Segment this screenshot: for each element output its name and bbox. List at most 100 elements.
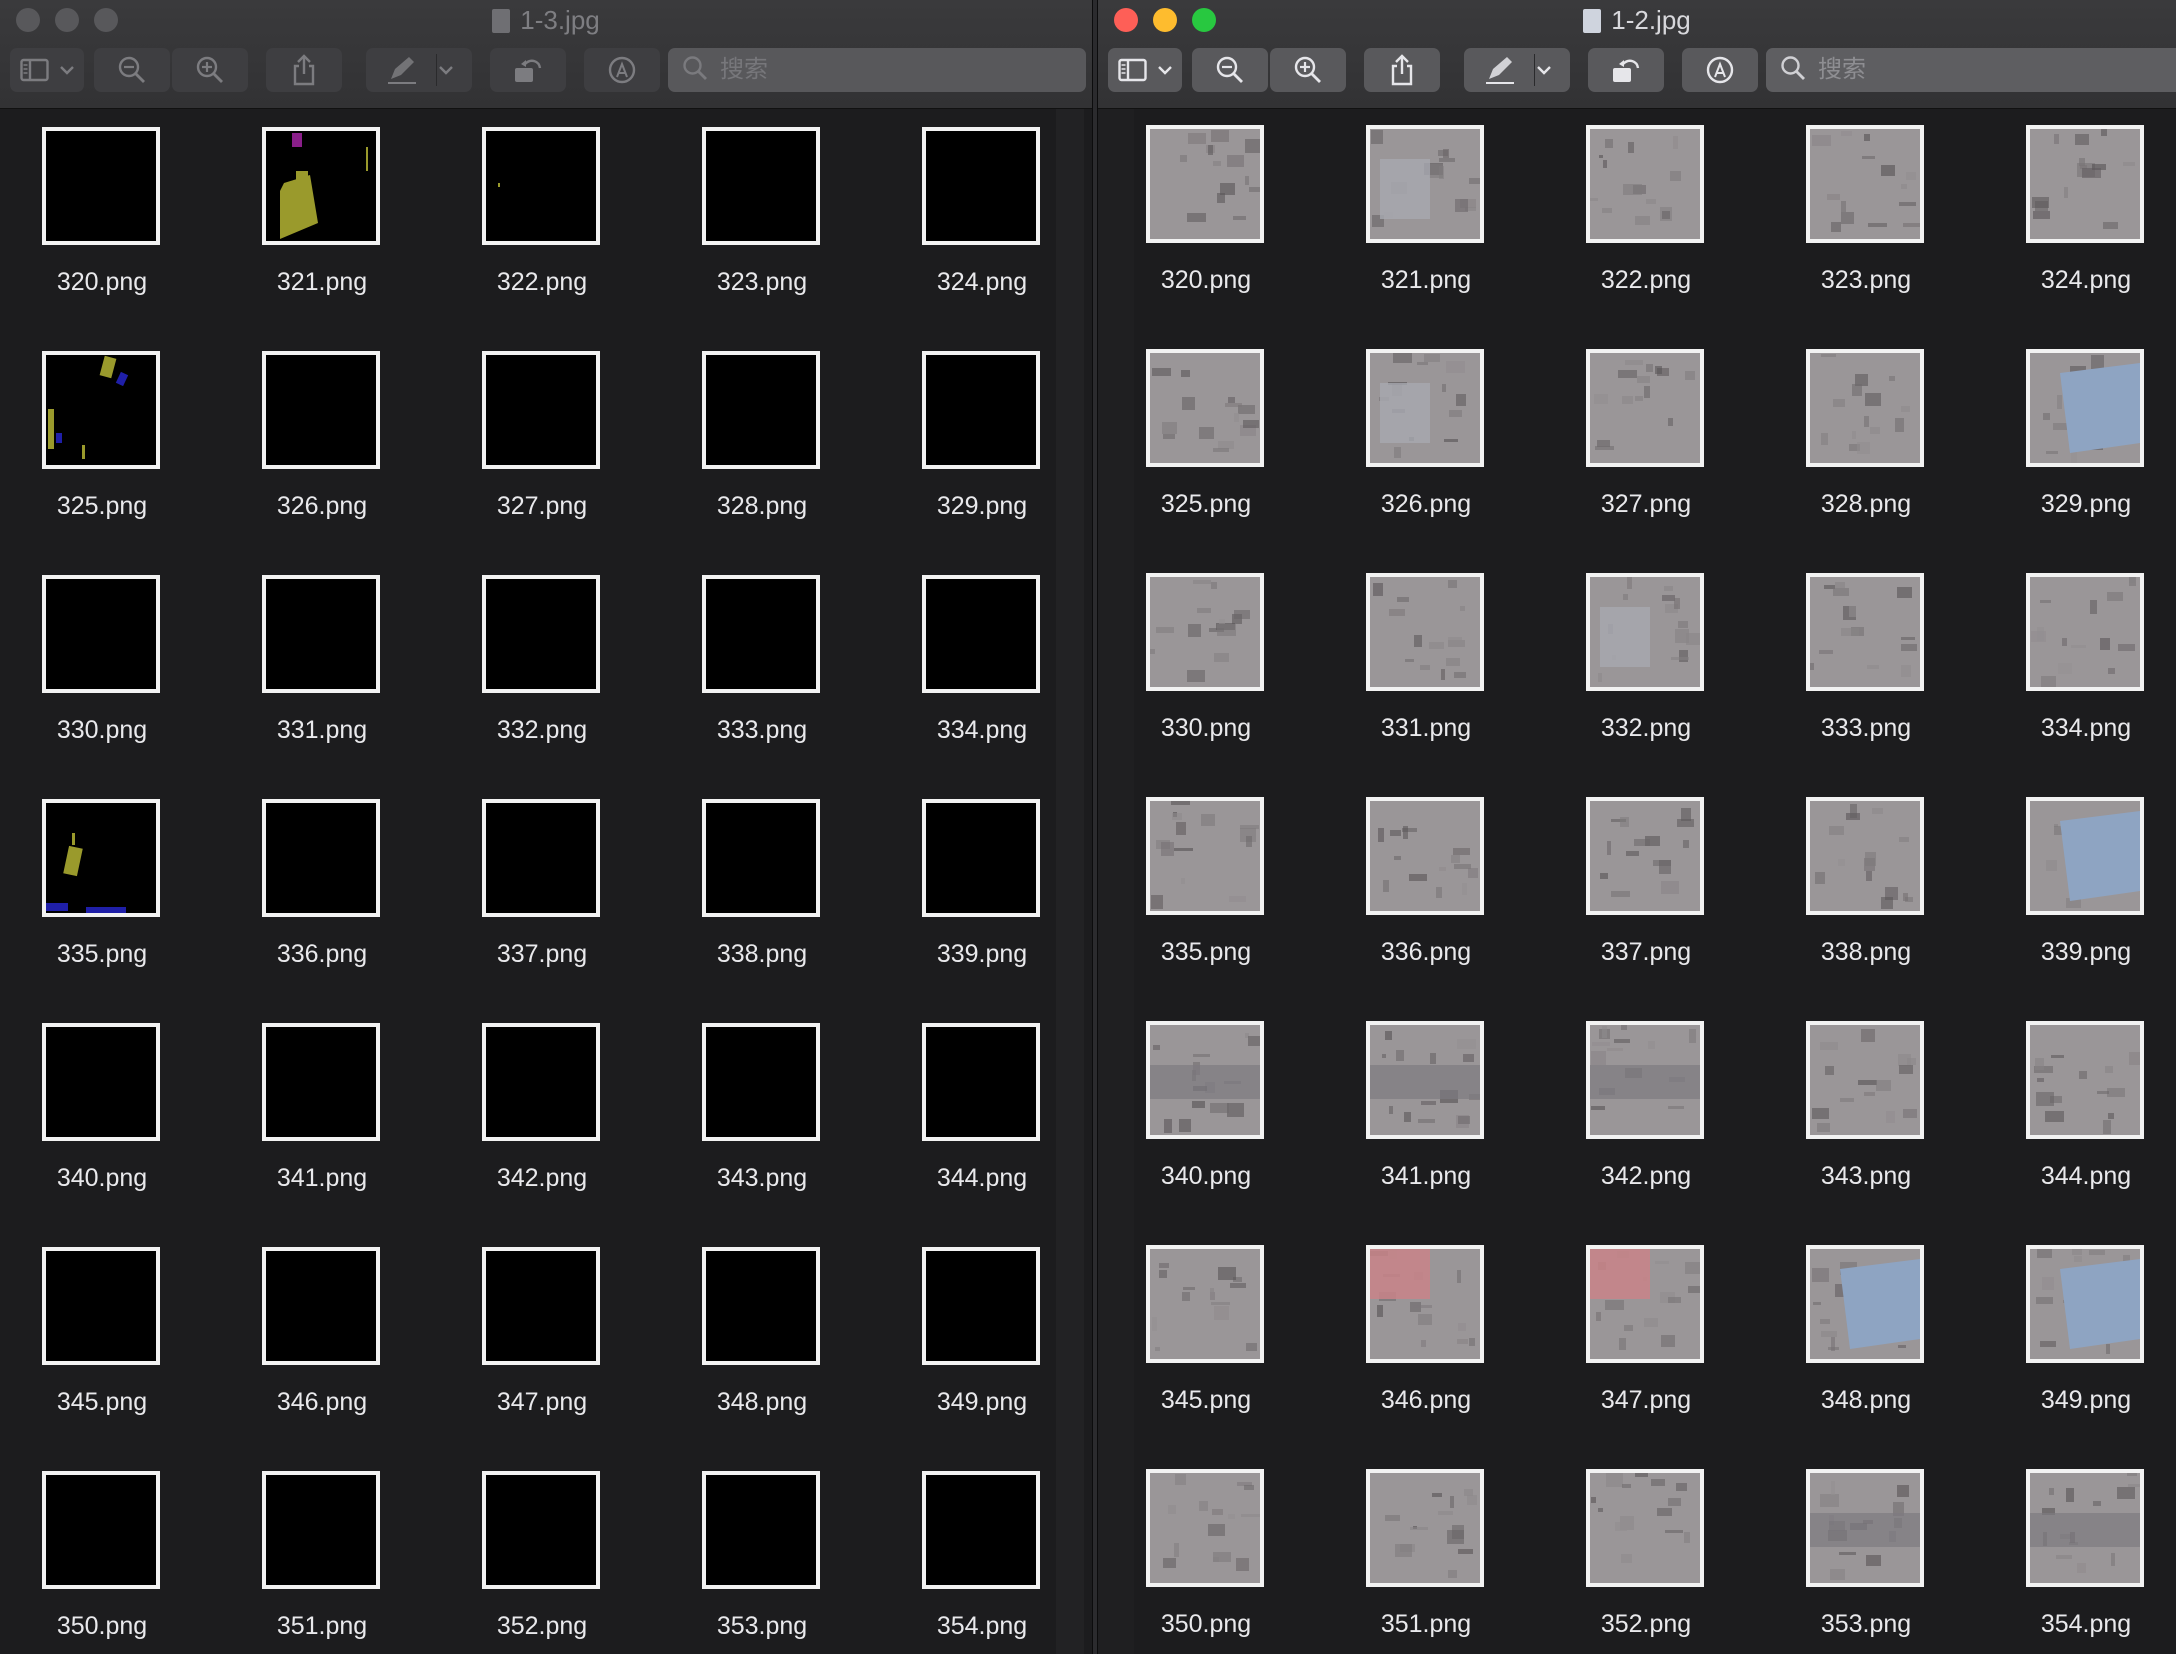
photo-thumbnail[interactable]: [2026, 125, 2144, 243]
zoom-in-button[interactable]: [1270, 48, 1346, 92]
share-button[interactable]: [266, 48, 342, 92]
photo-thumbnail[interactable]: [1146, 1245, 1264, 1363]
thumbnail-item[interactable]: 322.png: [462, 127, 622, 327]
photo-thumbnail[interactable]: [2026, 1245, 2144, 1363]
thumbnail-item[interactable]: 324.png: [902, 127, 1062, 327]
zoom-out-button[interactable]: [1192, 48, 1268, 92]
photo-thumbnail[interactable]: [1366, 573, 1484, 691]
thumbnail-item[interactable]: 335.png: [1126, 797, 1286, 997]
mask-thumbnail[interactable]: [262, 575, 380, 693]
mask-thumbnail[interactable]: [42, 799, 160, 917]
thumbnail-item[interactable]: 323.png: [1786, 125, 1946, 325]
thumbnail-item[interactable]: 340.png: [1126, 1021, 1286, 1221]
photo-thumbnail[interactable]: [2026, 1469, 2144, 1587]
photo-thumbnail[interactable]: [1366, 125, 1484, 243]
mask-thumbnail[interactable]: [262, 1247, 380, 1365]
thumbnail-item[interactable]: 330.png: [1126, 573, 1286, 773]
thumbnail-item[interactable]: 325.png: [22, 351, 182, 551]
thumbnail-item[interactable]: 346.png: [1346, 1245, 1506, 1445]
photo-thumbnail[interactable]: [1806, 1469, 1924, 1587]
thumbnail-item[interactable]: 333.png: [1786, 573, 1946, 773]
mask-thumbnail[interactable]: [262, 351, 380, 469]
mask-thumbnail[interactable]: [702, 575, 820, 693]
thumbnail-item[interactable]: 341.png: [1346, 1021, 1506, 1221]
mask-thumbnail[interactable]: [702, 799, 820, 917]
photo-thumbnail[interactable]: [1806, 573, 1924, 691]
thumbnail-item[interactable]: 351.png: [1346, 1469, 1506, 1654]
thumbnail-item[interactable]: 350.png: [1126, 1469, 1286, 1654]
preview-window-right[interactable]: 1-2.jpg 320.png 321.png 322.png 323.png 324.…: [1098, 0, 2176, 1654]
mask-thumbnail[interactable]: [922, 1023, 1040, 1141]
mask-thumbnail[interactable]: [482, 1247, 600, 1365]
thumbnail-item[interactable]: 344.png: [2006, 1021, 2166, 1221]
thumbnail-item[interactable]: 348.png: [1786, 1245, 1946, 1445]
scrollbar-track[interactable]: [1056, 109, 1084, 1654]
thumbnail-item[interactable]: 352.png: [1566, 1469, 1726, 1654]
mask-thumbnail[interactable]: [922, 127, 1040, 245]
search-field[interactable]: [668, 48, 1086, 92]
sidebar-button[interactable]: [1108, 48, 1182, 92]
mask-thumbnail[interactable]: [482, 799, 600, 917]
thumbnail-item[interactable]: 335.png: [22, 799, 182, 999]
photo-thumbnail[interactable]: [1806, 125, 1924, 243]
thumbnail-item[interactable]: 333.png: [682, 575, 842, 775]
thumbnail-item[interactable]: 350.png: [22, 1471, 182, 1654]
thumbnail-item[interactable]: 332.png: [1566, 573, 1726, 773]
photo-thumbnail[interactable]: [1586, 125, 1704, 243]
thumbnail-item[interactable]: 338.png: [1786, 797, 1946, 997]
thumbnail-item[interactable]: 336.png: [1346, 797, 1506, 997]
photo-thumbnail[interactable]: [1806, 1021, 1924, 1139]
mask-thumbnail[interactable]: [702, 1023, 820, 1141]
thumbnail-item[interactable]: 321.png: [242, 127, 402, 327]
mask-thumbnail[interactable]: [482, 127, 600, 245]
thumbnail-item[interactable]: 321.png: [1346, 125, 1506, 325]
thumbnail-item[interactable]: 353.png: [682, 1471, 842, 1654]
share-button[interactable]: [1364, 48, 1440, 92]
mask-thumbnail[interactable]: [482, 575, 600, 693]
photo-thumbnail[interactable]: [1366, 1469, 1484, 1587]
thumbnail-item[interactable]: 336.png: [242, 799, 402, 999]
photo-thumbnail[interactable]: [1806, 797, 1924, 915]
thumbnail-item[interactable]: 347.png: [462, 1247, 622, 1447]
markup-button[interactable]: [366, 48, 472, 92]
thumbnail-item[interactable]: 352.png: [462, 1471, 622, 1654]
thumbnail-item[interactable]: 331.png: [242, 575, 402, 775]
thumbnail-item[interactable]: 351.png: [242, 1471, 402, 1654]
thumbnail-item[interactable]: 326.png: [242, 351, 402, 551]
thumbnail-item[interactable]: 332.png: [462, 575, 622, 775]
titlebar[interactable]: 1-2.jpg: [1098, 0, 2176, 109]
thumbnail-item[interactable]: 327.png: [1566, 349, 1726, 549]
mask-thumbnail[interactable]: [702, 351, 820, 469]
thumbnail-item[interactable]: 337.png: [462, 799, 622, 999]
photo-thumbnail[interactable]: [1586, 1021, 1704, 1139]
thumbnail-item[interactable]: 343.png: [682, 1023, 842, 1223]
thumbnail-item[interactable]: 340.png: [22, 1023, 182, 1223]
annotate-button[interactable]: [584, 48, 660, 92]
mask-thumbnail[interactable]: [702, 127, 820, 245]
thumbnail-item[interactable]: 323.png: [682, 127, 842, 327]
annotate-button[interactable]: [1682, 48, 1758, 92]
photo-thumbnail[interactable]: [1366, 349, 1484, 467]
photo-thumbnail[interactable]: [1366, 797, 1484, 915]
photo-thumbnail[interactable]: [1146, 573, 1264, 691]
photo-thumbnail[interactable]: [1146, 125, 1264, 243]
thumbnail-item[interactable]: 353.png: [1786, 1469, 1946, 1654]
mask-thumbnail[interactable]: [702, 1247, 820, 1365]
photo-thumbnail[interactable]: [2026, 1021, 2144, 1139]
mask-thumbnail[interactable]: [262, 799, 380, 917]
thumbnail-item[interactable]: 325.png: [1126, 349, 1286, 549]
thumbnail-item[interactable]: 339.png: [902, 799, 1062, 999]
photo-thumbnail[interactable]: [1586, 573, 1704, 691]
thumbnail-item[interactable]: 329.png: [902, 351, 1062, 551]
photo-thumbnail[interactable]: [1586, 349, 1704, 467]
thumbnail-item[interactable]: 326.png: [1346, 349, 1506, 549]
mask-thumbnail[interactable]: [702, 1471, 820, 1589]
photo-thumbnail[interactable]: [1806, 349, 1924, 467]
thumbnail-item[interactable]: 354.png: [902, 1471, 1062, 1654]
photo-thumbnail[interactable]: [1146, 1021, 1264, 1139]
photo-thumbnail[interactable]: [1586, 1245, 1704, 1363]
rotate-button[interactable]: [1588, 48, 1664, 92]
thumbnail-item[interactable]: 331.png: [1346, 573, 1506, 773]
photo-thumbnail[interactable]: [1146, 1469, 1264, 1587]
photo-thumbnail[interactable]: [1146, 349, 1264, 467]
